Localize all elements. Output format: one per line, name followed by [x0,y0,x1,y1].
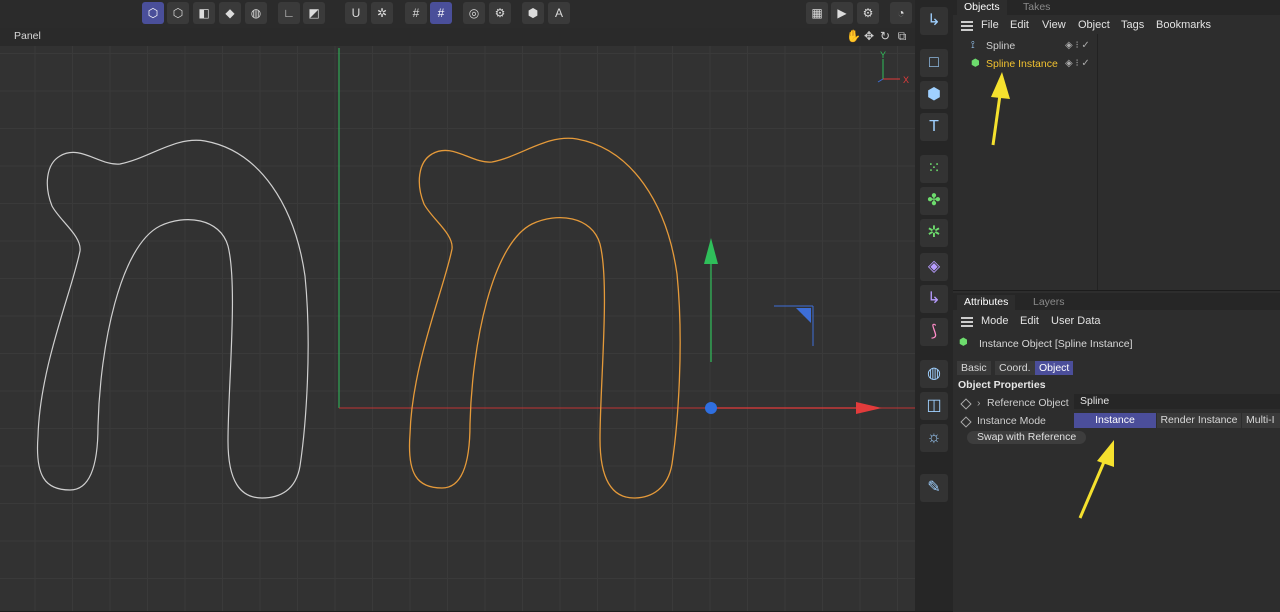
instance-object-icon: ⬢ [959,337,968,348]
hamburger-menu-icon[interactable] [961,317,973,327]
edge-mode-icon[interactable]: ⬡ [167,2,189,24]
tab-attributes[interactable]: Attributes [957,295,1016,310]
menu-object[interactable]: Object [1078,19,1110,31]
workplane-icon[interactable]: # [430,2,452,24]
tool-palette: ↳ □ ⬢ T ⁙ ✤ ✲ ◈ ↳ ⟆ ◍ ◫ ☼ ✎ [915,0,953,611]
keyframe-diamond-icon[interactable] [960,416,972,428]
cycle-icon[interactable]: ◔ [890,2,912,24]
tab-layers[interactable]: Layers [1026,295,1072,310]
attributes-panel: Attributes Layers Mode Edit User Data ⬢ … [953,290,1280,612]
move-view-icon[interactable]: ✥ [862,29,876,43]
spline-instance-shape[interactable] [408,137,681,499]
render-picture-viewer-icon[interactable]: ▶ [831,2,853,24]
orientation-x-label: X [903,75,909,85]
solo-icon[interactable]: ◩ [303,2,325,24]
tab-takes[interactable]: Takes [1016,0,1057,15]
keyframe-diamond-icon[interactable] [960,398,972,410]
texture-mode-icon[interactable]: ◍ [245,2,267,24]
3d-viewport[interactable]: Y X [0,46,915,611]
objects-tabs: Objects Takes [953,0,1280,15]
menu-edit[interactable]: Edit [1020,315,1039,327]
menu-view[interactable]: View [1042,19,1066,31]
objects-menubar: File Edit View Object Tags Bookmarks [953,17,1280,35]
menu-file[interactable]: File [981,19,999,31]
instance-mode-instance[interactable]: Instance [1074,413,1156,428]
render-settings-icon[interactable]: ⚙ [857,2,879,24]
magnet-icon[interactable]: U [345,2,367,24]
grid-icon[interactable]: # [405,2,427,24]
field-icon[interactable]: ⟆ [920,318,948,346]
render-view-icon[interactable]: ▦ [806,2,828,24]
viewport-canvas: Y X [36,48,915,499]
menu-user-data[interactable]: User Data [1051,315,1101,327]
spline-shape[interactable] [36,139,309,499]
snap-settings-icon[interactable]: ✲ [371,2,393,24]
instance-mode-label: Instance Mode [977,415,1046,427]
instance-mode-render-instance[interactable]: Render Instance [1157,413,1241,428]
menu-mode[interactable]: Mode [981,315,1009,327]
object-title: Instance Object [Spline Instance] [979,338,1133,350]
spline-rectangle-icon[interactable]: □ [920,49,948,77]
rotate-view-icon[interactable]: ↻ [878,29,892,43]
tab-object[interactable]: Object [1035,361,1074,375]
environment-icon[interactable]: ◍ [920,360,948,388]
menu-tags[interactable]: Tags [1121,19,1144,31]
objects-divider [1097,34,1098,290]
orientation-y-label: Y [880,50,886,60]
object-name: Spline [986,40,1016,52]
objects-panel: Objects Takes File Edit View Object Tags… [953,0,1280,290]
expand-chevron-icon[interactable]: › [977,397,981,409]
edit-tool-icon[interactable]: ✎ [920,474,948,502]
effector-icon[interactable]: ✲ [920,219,948,247]
polygon-mode-icon[interactable]: ◧ [193,2,215,24]
bend-icon[interactable]: ↳ [920,285,948,313]
model-mode-icon[interactable]: ⬡ [142,2,164,24]
array-icon[interactable]: ⁙ [920,155,948,183]
object-row-spline-instance[interactable]: ⬢ Spline Instance ◈ ⁝ ✓ [953,56,1098,73]
object-row-spline[interactable]: ⟟ Spline ◈ ⁝ ✓ [953,38,1098,55]
hamburger-menu-icon[interactable] [961,21,973,31]
tab-objects[interactable]: Objects [957,0,1007,15]
instance-mode-multi-instance[interactable]: Multi-I [1242,413,1280,428]
top-toolbar: ⬡ ⬡ ◧ ◆ ◍ ∟ ◩ U ✲ # # ◎ ⚙ ⬢ A ▦ ▶ ⚙ ◔ [0,0,915,28]
object-name: Spline Instance [986,58,1058,70]
visibility-flags-icon[interactable]: ◈ ⁝ ✓ [1065,40,1090,51]
attributes-menubar: Mode Edit User Data [953,313,1280,331]
reference-object-label: Reference Object [987,397,1069,409]
plane-handle-icon[interactable] [796,308,811,323]
tab-basic[interactable]: Basic [957,361,991,375]
axis-mode-icon[interactable]: ∟ [278,2,300,24]
object-mode-icon[interactable]: ◆ [219,2,241,24]
swap-with-reference-button[interactable]: Swap with Reference [967,431,1087,444]
maximize-view-icon[interactable]: ⧉ [895,29,909,43]
cloner-icon[interactable]: ✤ [920,187,948,215]
deformer-icon[interactable]: ◈ [920,253,948,281]
visibility-flags-icon[interactable]: ◈ ⁝ ✓ [1065,58,1090,69]
cube-icon[interactable]: ⬢ [920,81,948,109]
attributes-tabs: Attributes Layers [953,293,1280,310]
hand-icon[interactable]: ✋ [846,29,861,43]
y-axis-arrow-icon[interactable] [704,238,718,264]
text-icon[interactable]: T [920,113,948,141]
camera-icon[interactable]: ◫ [920,392,948,420]
panel-menu[interactable]: Panel [14,30,41,42]
section-title: Object Properties [958,379,1046,391]
render-settings-icon[interactable]: ◎ [463,2,485,24]
gizmo-center-handle[interactable] [705,402,717,414]
viewport-header: Panel ✋ ✥ ↻ ⧉ [0,28,915,46]
polygon-pen-icon[interactable]: A [548,2,570,24]
stream-icon[interactable]: ⬢ [522,2,544,24]
gear-icon[interactable]: ⚙ [489,2,511,24]
reference-object-field[interactable]: Spline [1074,394,1280,409]
tab-coord[interactable]: Coord. [995,361,1035,375]
spline-object-icon: ⟟ [971,40,975,51]
instance-object-icon: ⬢ [971,58,980,69]
x-axis-arrow-icon[interactable] [856,402,882,414]
menu-edit[interactable]: Edit [1010,19,1029,31]
coordinate-system-icon[interactable]: ↳ [920,7,948,35]
menu-bookmarks[interactable]: Bookmarks [1156,19,1211,31]
light-icon[interactable]: ☼ [920,424,948,452]
